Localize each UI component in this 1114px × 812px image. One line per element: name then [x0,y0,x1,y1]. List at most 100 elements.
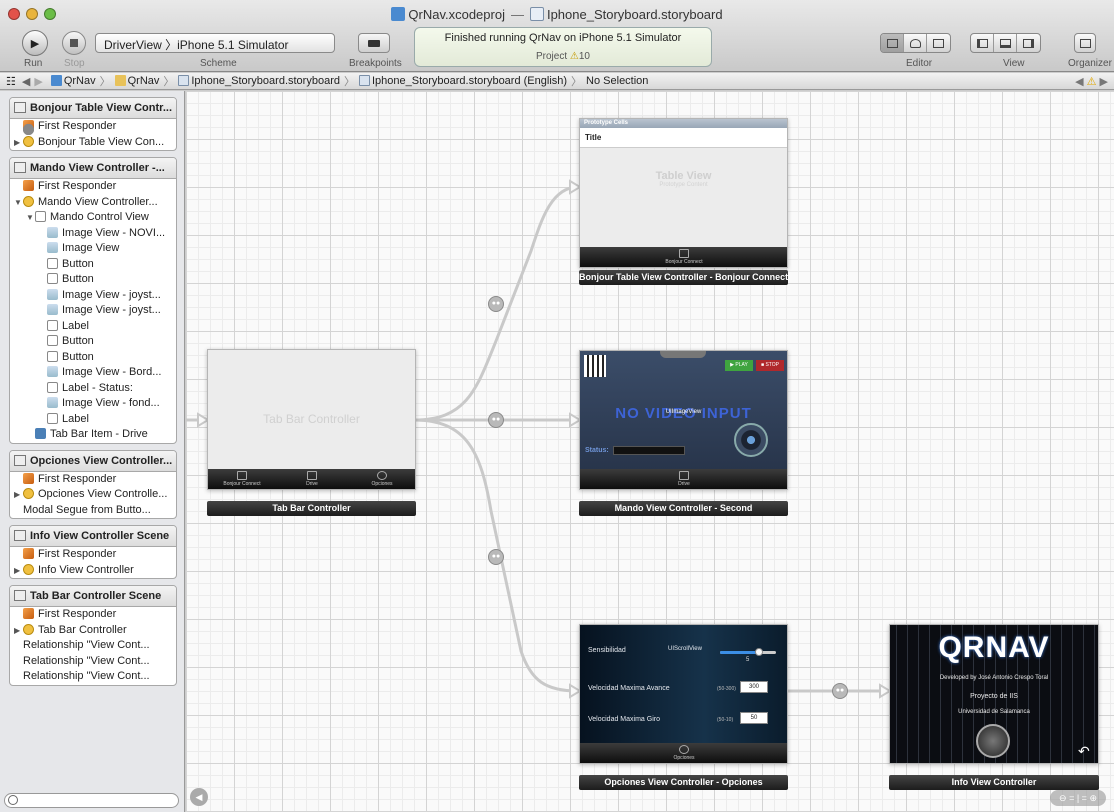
outline-item[interactable]: Image View - fond... [10,396,176,412]
jumpbar-localization[interactable]: Iphone_Storyboard.storyboard (English) [358,75,567,87]
outline-item[interactable]: ▶ Tab Bar Controller [10,623,176,639]
outline-scene-header[interactable]: Mando View Controller -... [10,158,176,179]
jumpbar-file[interactable]: Iphone_Storyboard.storyboard [178,75,340,87]
opciones-scene[interactable]: Sensibilidad UIScrollView 5 Velocidad Ma… [579,624,788,764]
related-items-icon[interactable]: ☷ [6,75,16,88]
outline-item-label: Tab Bar Controller [38,623,127,636]
tab-bar-controller-scene[interactable]: Tab Bar Controller Bonjour Connect Drive… [207,349,416,490]
bonjour-table-scene[interactable]: Prototype Cells Title Table View Prototy… [579,118,788,268]
jumpbar-project[interactable]: QrNav [50,75,96,87]
run-button[interactable]: ▶ [22,30,48,56]
breakpoints-button[interactable] [358,33,390,53]
bonjour-scene-dock[interactable]: Bonjour Table View Controller - Bonjour … [579,270,788,285]
disclosure-triangle-icon[interactable]: ▶ [14,135,23,151]
info-scene[interactable]: QRNAV Developed by José Antonio Crespo T… [889,624,1099,764]
scene-icon [14,162,26,173]
outline-item[interactable]: Relationship "View Cont... [10,124,176,685]
disclosure-triangle-icon[interactable]: ▶ [14,623,23,639]
outline-scene-header[interactable]: Info View Controller Scene [10,526,176,547]
image-view-icon [47,397,58,408]
back-arrow-icon[interactable]: ↶ [1078,743,1090,760]
outline-item[interactable]: Button [10,350,176,366]
debug-toggle-button[interactable] [994,34,1017,52]
version-editor-button[interactable] [927,34,950,52]
outline-item[interactable]: Image View - joyst... [10,288,176,304]
outline-item-label: Tab Bar Item - Drive [50,428,148,440]
utilities-toggle-button[interactable] [1017,34,1040,52]
stop-drive-button[interactable]: ■ STOP [756,360,784,371]
velocidad-avance-input[interactable]: 300 [740,681,768,693]
outline-filter-field[interactable] [4,793,179,808]
outline-item[interactable]: Relationship "View Cont... [10,124,176,670]
zoom-out-icon[interactable]: ⊖ [1059,793,1067,803]
disclosure-triangle-icon[interactable]: ▶ [14,563,23,579]
outline-item[interactable]: First Responder [10,179,176,195]
jumpbar-group[interactable]: QrNav [114,75,159,87]
tab-item-opciones[interactable]: Opciones [357,471,407,487]
outline-item[interactable]: ▶ Info View Controller [10,563,176,579]
outline-item-label: Opciones View Controlle... [38,488,168,500]
outline-item[interactable]: ▼ Mando Control View [10,210,176,226]
outline-item[interactable]: Button [10,257,176,273]
outline-item[interactable]: Image View - Bord... [10,365,176,381]
outline-item[interactable]: First Responder [10,607,176,623]
outline-scene-header[interactable]: Bonjour Table View Contr... [10,98,176,119]
back-arrow-icon[interactable]: ◀ [22,75,30,88]
outline-scene-header[interactable]: Tab Bar Controller Scene [10,586,176,607]
velocidad-giro-input[interactable]: 50 [740,712,768,724]
outline-scene-header[interactable]: Opciones View Controller... [10,450,176,472]
activity-project[interactable]: Project ⚠10 [415,51,711,62]
outline-item[interactable]: Label [10,319,176,335]
outline-item[interactable]: ▶ Opciones View Controlle... [10,487,176,503]
slider-knob[interactable] [755,648,764,656]
disclosure-triangle-icon[interactable]: ▶ [14,487,23,503]
outline-item[interactable]: Label [10,412,176,428]
outline-item[interactable]: Button [10,272,176,288]
outline-item[interactable]: ▶ Bonjour Table View Con... [10,135,176,151]
tab-item-drive[interactable]: Drive [287,471,337,487]
disclosure-triangle-icon[interactable]: ▼ [26,210,35,226]
joystick-image[interactable] [734,423,768,457]
info-scene-dock[interactable]: Info View Controller [889,775,1099,790]
disclosure-triangle-icon[interactable]: ▼ [14,195,23,211]
issue-navigation-arrows[interactable]: ◀ ⚠ ▶ [1075,75,1108,88]
mando-scene[interactable]: ▶ PLAY ■ STOP NO VIDEO INPUT UIImageView… [579,350,788,490]
storyboard-canvas[interactable]: ●● ●● ●● ●● Prototype Cells Title Table … [186,91,1114,812]
zoom-in-icon[interactable]: ⊕ [1089,793,1097,803]
outline-item[interactable]: Image View [10,241,176,257]
zoom-actual-size[interactable]: = | = [1069,793,1087,803]
organizer-button[interactable] [1075,34,1095,52]
sensibilidad-slider[interactable] [720,648,776,656]
jumpbar-selection[interactable]: No Selection [586,75,648,87]
outline-scene-title: Info View Controller Scene [30,530,170,542]
tab-item-bonjour[interactable]: Bonjour Connect [217,471,267,487]
mando-scene-dock[interactable]: Mando View Controller - Second [579,501,788,516]
scheme-selector[interactable]: DriverView 〉iPhone 5.1 Simulator [95,33,335,53]
outline-item[interactable]: Relationship "View Cont... [10,124,176,654]
outline-item[interactable]: Tab Bar Item - Drive [10,427,176,443]
outline-item-label: Image View [62,242,120,254]
stop-button[interactable] [62,31,86,55]
outline-item[interactable]: Label - Status: [10,381,176,397]
outline-item[interactable]: ▼ Mando View Controller... [10,195,176,211]
outline-item[interactable]: Modal Segue from Butto... [10,124,176,519]
assistant-editor-button[interactable] [904,34,927,52]
outline-item[interactable]: First Responder [10,472,176,488]
navigator-toggle-button[interactable] [971,34,994,52]
outline-item[interactable]: First Responder [10,547,176,563]
outline-item[interactable]: First Responder [10,119,176,135]
outline-item[interactable]: Image View - NOVI... [10,226,176,242]
forward-arrow-icon[interactable]: ▶ [34,75,42,88]
relationship-segue-icon[interactable]: ●● [488,549,504,565]
relationship-segue-icon[interactable]: ●● [488,412,504,428]
tab-bar-scene-dock[interactable]: Tab Bar Controller [207,501,416,516]
opciones-scene-dock[interactable]: Opciones View Controller - Opciones [579,775,788,790]
relationship-segue-icon[interactable]: ●● [488,296,504,312]
outline-item[interactable]: Button [10,334,176,350]
canvas-back-button[interactable]: ◀ [190,788,208,806]
modal-segue-icon[interactable]: ●● [832,683,848,699]
zoom-control[interactable]: ⊖ = | = ⊕ [1050,790,1106,806]
play-button[interactable]: ▶ PLAY [725,360,753,371]
outline-item[interactable]: Image View - joyst... [10,303,176,319]
standard-editor-button[interactable] [881,34,904,52]
